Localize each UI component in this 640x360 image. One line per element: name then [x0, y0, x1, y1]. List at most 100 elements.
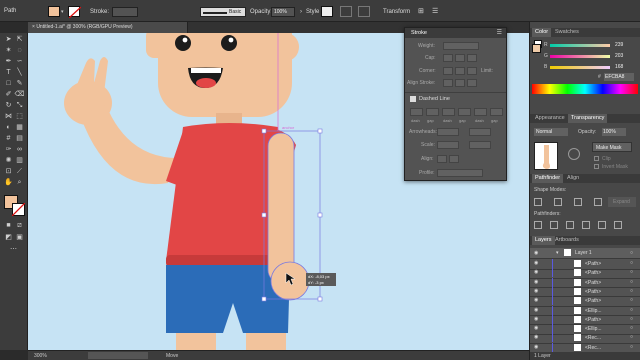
- blend-mode-select[interactable]: Normal: [534, 128, 568, 136]
- recolor-icon[interactable]: [358, 6, 370, 17]
- intersect-icon[interactable]: [574, 198, 582, 206]
- slice-tool-icon[interactable]: ⟋: [14, 167, 25, 177]
- merge-icon[interactable]: [566, 221, 574, 229]
- layer-name[interactable]: Layer 1: [575, 250, 592, 256]
- fill-swatch[interactable]: [48, 6, 60, 17]
- round-join-button[interactable]: [455, 67, 465, 75]
- shaper-tool-icon[interactable]: ✐: [3, 90, 14, 100]
- transform-link[interactable]: Transform: [383, 9, 410, 15]
- square-cap-button[interactable]: [467, 54, 477, 62]
- item-name[interactable]: <Ellip...: [585, 308, 602, 314]
- scale-tool-icon[interactable]: ⤡: [14, 101, 25, 111]
- expand-button[interactable]: Expand: [608, 197, 636, 207]
- align-inside-button[interactable]: [455, 79, 465, 87]
- perspective-grid-tool-icon[interactable]: ▦: [14, 123, 25, 133]
- exclude-icon[interactable]: [594, 198, 602, 206]
- eye-icon[interactable]: ◉: [534, 260, 538, 266]
- butt-cap-button[interactable]: [443, 54, 453, 62]
- channel-g-value[interactable]: 203: [615, 53, 623, 59]
- line-tool-icon[interactable]: ╲: [14, 68, 25, 78]
- tab-swatches[interactable]: Swatches: [552, 28, 582, 37]
- opacity-field[interactable]: 100%: [271, 7, 295, 17]
- bevel-join-button[interactable]: [467, 67, 477, 75]
- stroke-panel-header[interactable]: Stroke ☰: [405, 28, 506, 38]
- item-name[interactable]: <Path>: [585, 280, 601, 286]
- eye-icon[interactable]: ◉: [534, 316, 538, 322]
- dash-field-3[interactable]: [474, 108, 487, 116]
- symbol-sprayer-tool-icon[interactable]: ✺: [3, 156, 14, 166]
- target-icon[interactable]: ○: [630, 316, 633, 322]
- stroke-swatch[interactable]: [68, 6, 81, 18]
- start-scale-field[interactable]: [437, 141, 459, 149]
- channel-b-value[interactable]: 168: [615, 64, 623, 70]
- mesh-tool-icon[interactable]: #: [3, 134, 14, 144]
- profile-select[interactable]: [437, 169, 483, 177]
- draw-mode-icon[interactable]: ◩: [3, 233, 14, 243]
- tab-color[interactable]: Color: [532, 28, 552, 37]
- eye-icon[interactable]: ◉: [534, 269, 538, 275]
- eye-icon[interactable]: ◉: [534, 279, 538, 285]
- panel-menu-icon[interactable]: ☰: [497, 29, 502, 36]
- zoom-tool-icon[interactable]: ⌕: [14, 178, 25, 188]
- menu-icon[interactable]: ☰: [432, 7, 438, 15]
- pen-tool-icon[interactable]: ✒: [3, 57, 14, 67]
- stroke-weight-field[interactable]: [112, 7, 138, 17]
- artboard-navigation[interactable]: [88, 352, 148, 359]
- zoom-level[interactable]: 300%: [34, 353, 47, 359]
- eye-icon[interactable]: ◉: [534, 307, 538, 313]
- item-name[interactable]: <Path>: [585, 270, 601, 276]
- target-icon[interactable]: ○: [630, 334, 633, 340]
- curvature-tool-icon[interactable]: ∽: [14, 57, 25, 67]
- minus-back-icon[interactable]: [614, 221, 622, 229]
- make-mask-button[interactable]: Make Mask: [592, 142, 632, 152]
- item-name[interactable]: <Path>: [585, 298, 601, 304]
- chevron-down-icon[interactable]: ▾: [556, 250, 559, 256]
- chevron-down-icon[interactable]: ▾: [61, 9, 64, 15]
- gap-field-3[interactable]: [490, 108, 503, 116]
- width-tool-icon[interactable]: ⋈: [3, 112, 14, 122]
- eye-icon[interactable]: ◉: [534, 250, 538, 256]
- item-name[interactable]: <Path>: [585, 261, 601, 267]
- eye-icon[interactable]: ◉: [534, 334, 538, 340]
- dash-field-2[interactable]: [442, 108, 455, 116]
- isolate-icon[interactable]: ⊞: [418, 7, 424, 15]
- align-outside-button[interactable]: [467, 79, 477, 87]
- transparency-opacity-field[interactable]: 100%: [602, 128, 626, 136]
- rectangle-tool-icon[interactable]: □: [3, 79, 14, 89]
- tab-artboards[interactable]: Artboards: [552, 236, 582, 245]
- chevron-right-icon[interactable]: ›: [300, 9, 302, 15]
- none-mode-icon[interactable]: ⧄: [14, 221, 25, 231]
- more-tools-icon[interactable]: ⋯: [8, 245, 19, 255]
- divide-icon[interactable]: [534, 221, 542, 229]
- weight-field[interactable]: [443, 42, 479, 50]
- outline-icon[interactable]: [598, 221, 606, 229]
- target-icon[interactable]: ○: [630, 297, 633, 303]
- target-icon[interactable]: ○: [630, 279, 633, 285]
- hex-field[interactable]: EFCBA8: [604, 73, 634, 81]
- target-icon[interactable]: ○: [630, 288, 633, 294]
- channel-r-value[interactable]: 239: [615, 42, 623, 48]
- tab-transparency[interactable]: Transparency: [568, 114, 608, 123]
- paintbrush-tool-icon[interactable]: ✎: [14, 79, 25, 89]
- gradient-tool-icon[interactable]: ▤: [14, 134, 25, 144]
- graphic-style-swatch[interactable]: [321, 6, 333, 17]
- target-icon[interactable]: ○: [630, 344, 633, 350]
- eye-icon[interactable]: ◉: [534, 325, 538, 331]
- target-icon[interactable]: ○: [630, 269, 633, 275]
- stroke-color-box[interactable]: [12, 203, 25, 216]
- brush-definition-select[interactable]: Basic: [200, 7, 246, 17]
- tab-appearance[interactable]: Appearance: [532, 114, 568, 123]
- arrow-place-button[interactable]: [449, 155, 459, 163]
- start-arrowhead-select[interactable]: [437, 128, 459, 136]
- artboard-tool-icon[interactable]: ⊡: [3, 167, 14, 177]
- target-icon[interactable]: ○: [630, 325, 633, 331]
- document-tab[interactable]: × Untitled-1.ai* @ 300% (RGB/GPU Preview…: [28, 22, 188, 33]
- item-name[interactable]: <Rec...: [585, 345, 601, 351]
- free-transform-tool-icon[interactable]: ⬚: [14, 112, 25, 122]
- color-spectrum[interactable]: [532, 84, 638, 94]
- eye-icon[interactable]: ◉: [534, 297, 538, 303]
- align-icon[interactable]: [340, 6, 352, 17]
- dash-field-1[interactable]: [410, 108, 423, 116]
- color-mode-icon[interactable]: ■: [3, 221, 14, 231]
- gap-field-1[interactable]: [426, 108, 439, 116]
